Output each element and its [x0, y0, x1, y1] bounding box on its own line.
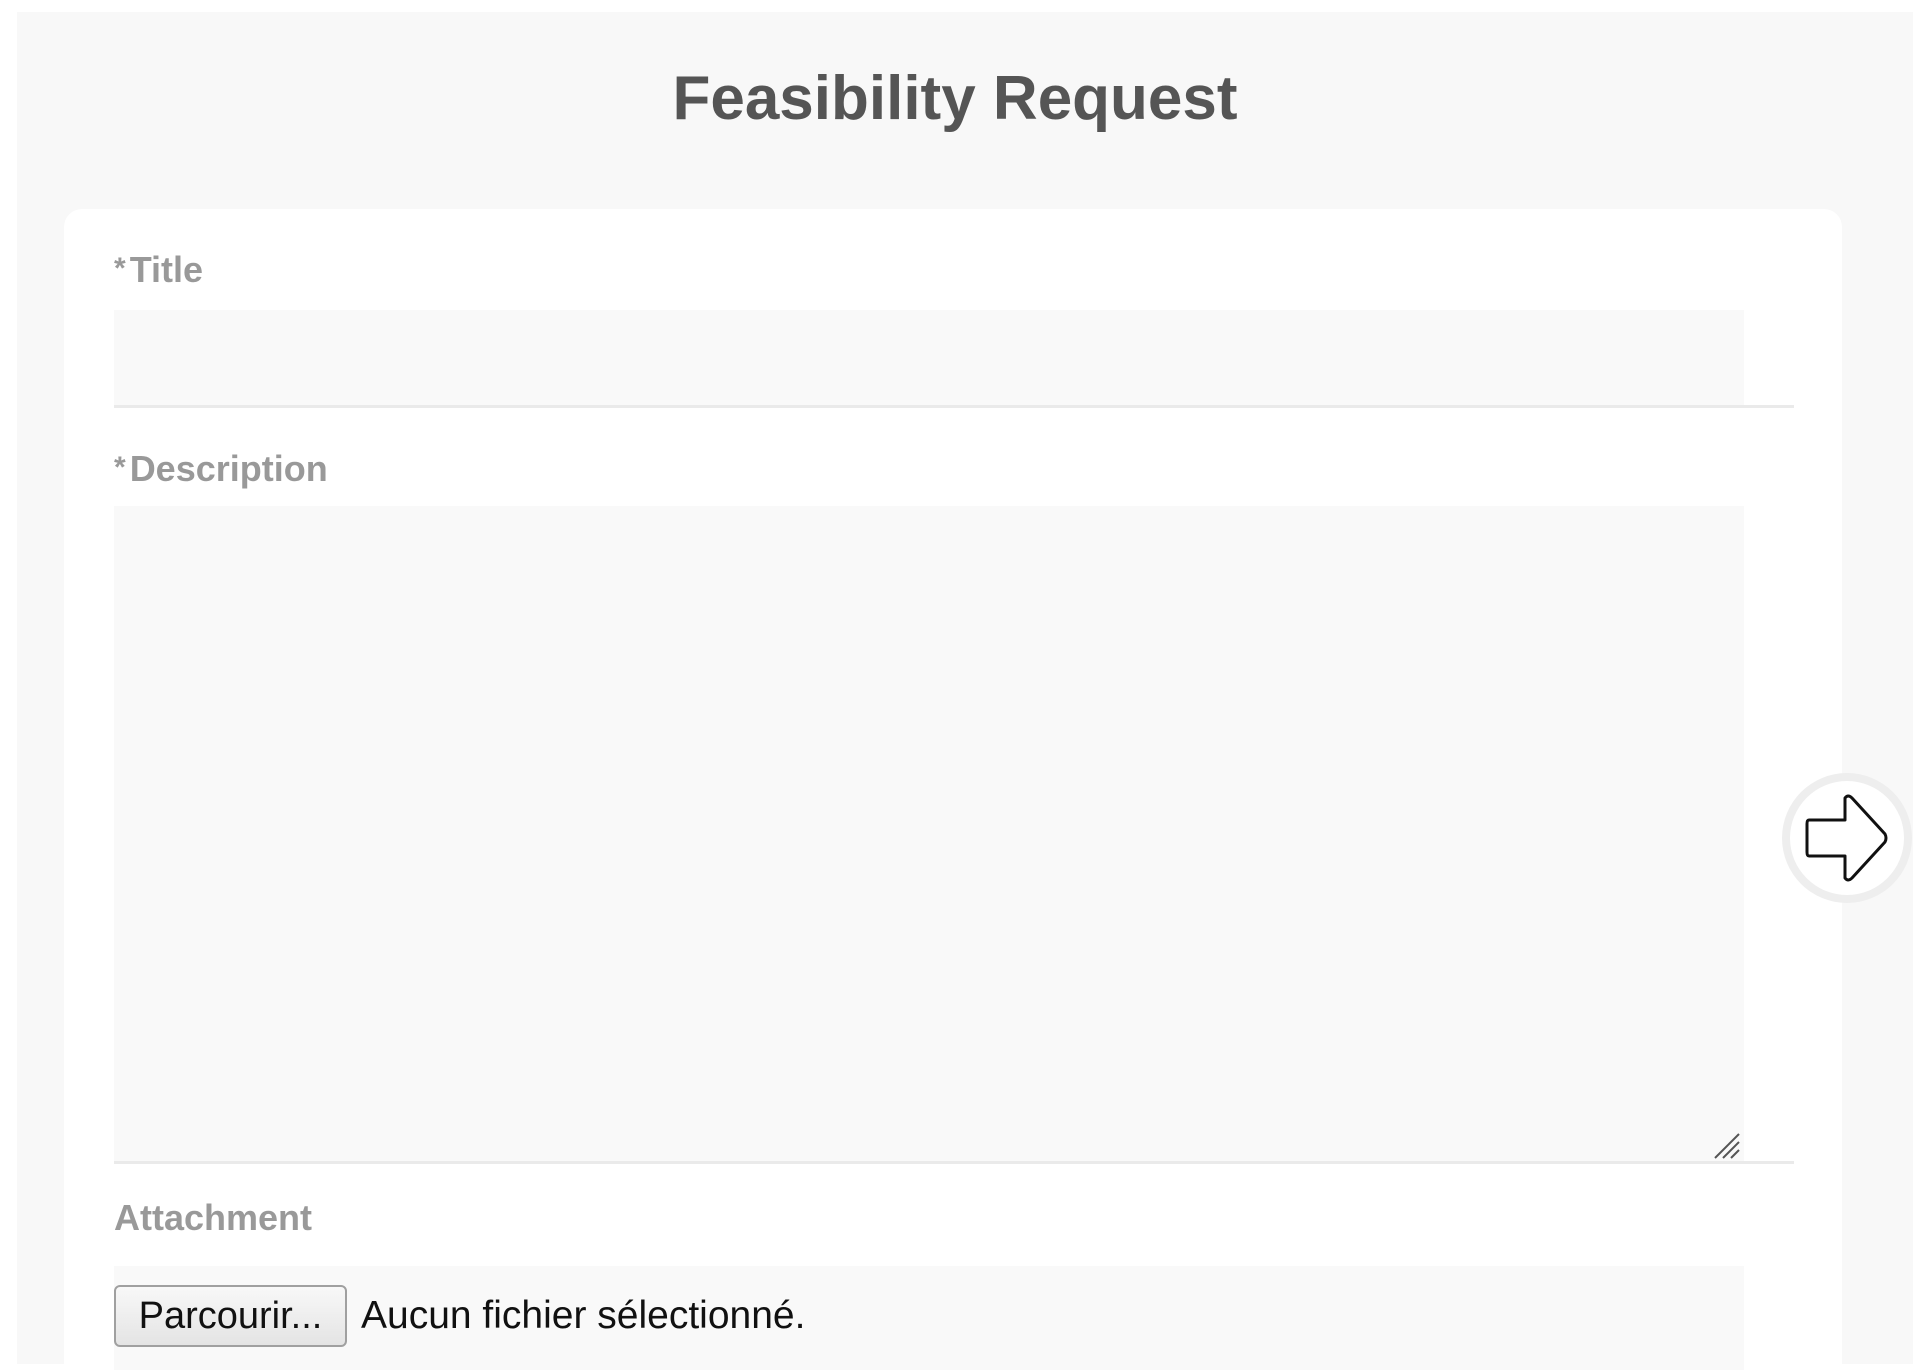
next-button[interactable]	[1782, 773, 1912, 903]
description-textarea[interactable]	[114, 506, 1744, 1162]
title-label: * Title	[114, 252, 203, 288]
file-input: Parcourir... Aucun fichier sélectionné.	[114, 1266, 1744, 1370]
description-label: * Description	[114, 451, 328, 487]
file-status-text: Aucun fichier sélectionné.	[361, 1294, 806, 1337]
form-card: * Title * Description Attachment Parcourir…	[64, 209, 1842, 1370]
description-divider	[114, 1161, 1794, 1164]
next-button-face	[1790, 781, 1904, 895]
title-divider	[114, 405, 1794, 408]
browse-button[interactable]: Parcourir...	[114, 1285, 347, 1347]
title-input[interactable]	[114, 310, 1744, 406]
arrow-right-icon	[1805, 794, 1888, 882]
description-label-text: Description	[129, 448, 328, 489]
attachment-label: Attachment	[114, 1197, 313, 1238]
description-required-marker: *	[114, 451, 126, 484]
title-required-marker: *	[114, 252, 126, 285]
resize-handle-icon[interactable]	[1712, 1131, 1740, 1159]
title-label-text: Title	[129, 249, 204, 290]
page-title: Feasibility Request	[672, 64, 1238, 133]
page-background: Feasibility Request * Title * Description …	[17, 12, 1913, 1370]
